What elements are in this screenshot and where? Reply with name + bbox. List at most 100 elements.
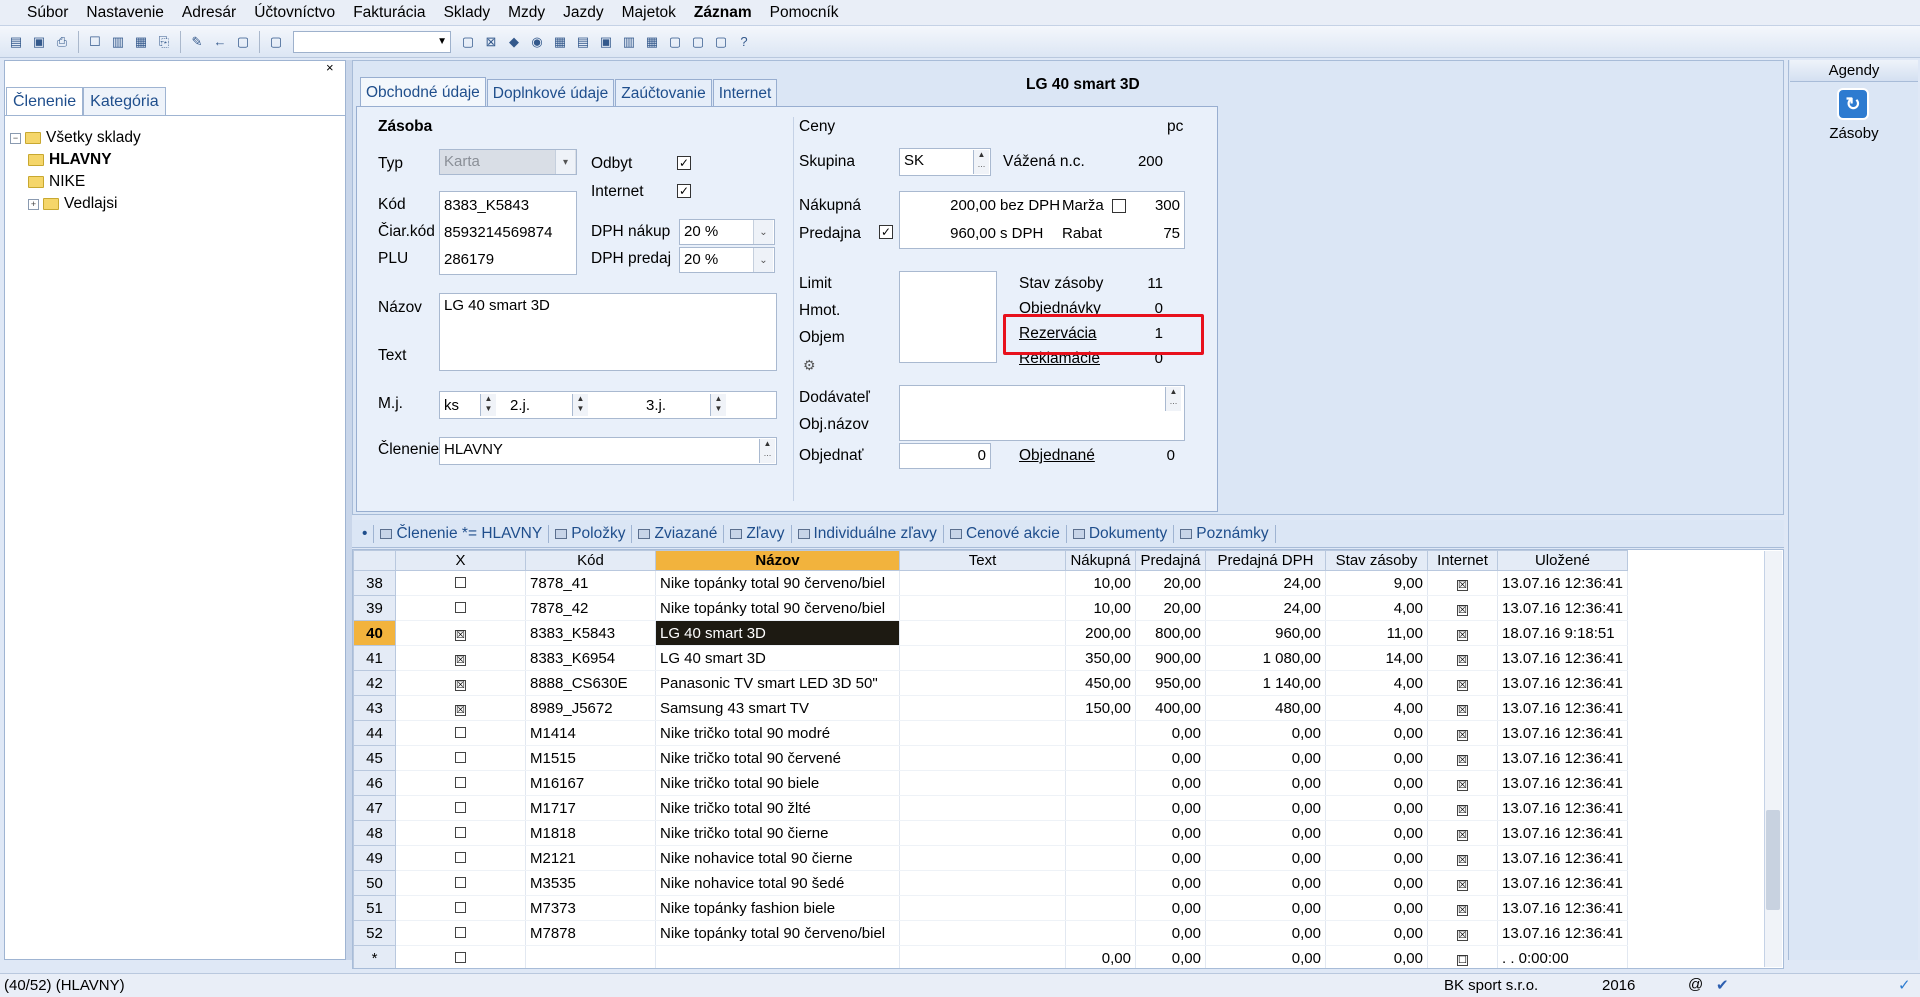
- ciarkod-input[interactable]: 8593214569874: [444, 224, 552, 241]
- row-number[interactable]: 50: [353, 870, 396, 896]
- grid-tab-6[interactable]: Dokumenty: [1067, 524, 1175, 543]
- cell-text[interactable]: [899, 645, 1066, 671]
- cell-text[interactable]: [899, 795, 1066, 821]
- cell-nazov[interactable]: Nike nohavice total 90 šedé: [655, 870, 900, 896]
- skupina-picker-icon[interactable]: ▲…: [973, 150, 989, 174]
- cell-stav[interactable]: 9,00: [1325, 570, 1428, 596]
- cell-ulozene[interactable]: 13.07.16 12:36:41: [1497, 645, 1628, 671]
- cell-pred[interactable]: 0,00: [1135, 895, 1206, 921]
- cell-nak[interactable]: [1065, 770, 1136, 796]
- cell-pdph[interactable]: 0,00: [1205, 920, 1326, 946]
- cell-nazov[interactable]: Samsung 43 smart TV: [655, 695, 900, 721]
- cell-pdph[interactable]: 0,00: [1205, 895, 1326, 921]
- cell-stav[interactable]: 0,00: [1325, 720, 1428, 746]
- cell-stav[interactable]: 0,00: [1325, 795, 1428, 821]
- kod-input[interactable]: 8383_K5843: [444, 197, 529, 214]
- table-row[interactable]: 50 M3535 Nike nohavice total 90 šedé 0,00 0,…: [353, 870, 1628, 896]
- cell-text[interactable]: [899, 620, 1066, 646]
- cell-ulozene[interactable]: . . 0:00:00: [1497, 945, 1628, 968]
- zasoby-icon[interactable]: ↻: [1837, 88, 1869, 120]
- toolbar-icon[interactable]: ⊠: [481, 32, 501, 52]
- cell-x[interactable]: [395, 895, 526, 921]
- cell-nazov[interactable]: Nike tričko total 90 žlté: [655, 795, 900, 821]
- checkbox-icon[interactable]: [455, 801, 466, 813]
- cell-inet[interactable]: ☒: [1427, 870, 1498, 896]
- cell-x[interactable]: [395, 770, 526, 796]
- cell-pred[interactable]: 400,00: [1135, 695, 1206, 721]
- cell-x[interactable]: ☒: [395, 695, 526, 721]
- toolbar-icon[interactable]: ▦: [131, 32, 151, 52]
- checkbox-icon[interactable]: [455, 851, 466, 863]
- cell-inet[interactable]: ☒: [1427, 695, 1498, 721]
- cell-pdph[interactable]: 0,00: [1205, 945, 1326, 968]
- pin-icon[interactable]: •: [356, 524, 375, 543]
- cell-ulozene[interactable]: 13.07.16 12:36:41: [1497, 845, 1628, 871]
- cell-pdph[interactable]: 1 080,00: [1205, 645, 1326, 671]
- row-number[interactable]: 47: [353, 795, 396, 821]
- toolbar-icon[interactable]: ▥: [108, 32, 128, 52]
- menu-item-7[interactable]: Jazdy: [554, 4, 613, 22]
- grid-tab-7[interactable]: Poznámky: [1174, 524, 1276, 543]
- checkbox-icon[interactable]: ☒: [1457, 654, 1468, 666]
- cell-nak[interactable]: 450,00: [1065, 670, 1136, 696]
- tree-item[interactable]: − Všetky sklady: [10, 127, 330, 149]
- cell-kod[interactable]: M1515: [525, 745, 656, 771]
- cell-nak[interactable]: [1065, 720, 1136, 746]
- mj2-spinner-icon[interactable]: ▲ ▼: [572, 394, 588, 416]
- cell-inet[interactable]: ☒: [1427, 845, 1498, 871]
- cell-pred[interactable]: 800,00: [1135, 620, 1206, 646]
- cell-stav[interactable]: 0,00: [1325, 820, 1428, 846]
- toolbar-icon[interactable]: ▢: [665, 32, 685, 52]
- cell-stav[interactable]: 14,00: [1325, 645, 1428, 671]
- expand-icon[interactable]: +: [28, 198, 39, 210]
- cell-x[interactable]: [395, 595, 526, 621]
- cell-kod[interactable]: 8888_CS630E: [525, 670, 656, 696]
- checkbox-icon[interactable]: ☒: [1457, 704, 1468, 716]
- checkbox-icon[interactable]: ☒: [455, 654, 466, 666]
- cell-nazov[interactable]: LG 40 smart 3D: [655, 645, 900, 671]
- form-tab-3[interactable]: Internet: [712, 79, 778, 107]
- cell-stav[interactable]: 0,00: [1325, 870, 1428, 896]
- cell-inet[interactable]: ☒: [1427, 795, 1498, 821]
- cell-nak[interactable]: [1065, 820, 1136, 846]
- cell-kod[interactable]: 8383_K6954: [525, 645, 656, 671]
- cell-pred[interactable]: 0,00: [1135, 920, 1206, 946]
- toolbar-icon[interactable]: ▢: [711, 32, 731, 52]
- cell-x[interactable]: [395, 745, 526, 771]
- cell-text[interactable]: [899, 945, 1066, 968]
- cell-ulozene[interactable]: 13.07.16 12:36:41: [1497, 770, 1628, 796]
- table-row[interactable]: 49 M2121 Nike nohavice total 90 čierne 0,00…: [353, 845, 1628, 871]
- cell-ulozene[interactable]: 13.07.16 12:36:41: [1497, 820, 1628, 846]
- cell-ulozene[interactable]: 13.07.16 12:36:41: [1497, 895, 1628, 921]
- form-tab-0[interactable]: Obchodné údaje: [360, 77, 486, 107]
- table-row[interactable]: 44 M1414 Nike tričko total 90 modré 0,00 0,0…: [353, 720, 1628, 746]
- row-number[interactable]: 51: [353, 895, 396, 921]
- cell-pdph[interactable]: 0,00: [1205, 795, 1326, 821]
- grid-tab-3[interactable]: Zľavy: [724, 524, 792, 543]
- checkbox-icon[interactable]: ☒: [1457, 604, 1468, 616]
- checkbox-icon[interactable]: ☐: [1457, 954, 1468, 966]
- menu-item-2[interactable]: Adresár: [173, 4, 245, 22]
- cell-pred[interactable]: 900,00: [1135, 645, 1206, 671]
- checkbox-icon[interactable]: ☒: [455, 679, 466, 691]
- cell-inet[interactable]: ☐: [1427, 945, 1498, 968]
- cell-x[interactable]: ☒: [395, 620, 526, 646]
- grid-tab-1[interactable]: Položky: [549, 524, 633, 543]
- row-number[interactable]: 41: [353, 645, 396, 671]
- toolbar-icon[interactable]: ▦: [642, 32, 662, 52]
- checkbox-icon[interactable]: ☒: [1457, 904, 1468, 916]
- cell-nazov[interactable]: Nike topánky total 90 červeno/biel: [655, 570, 900, 596]
- predajna-checkbox[interactable]: ✓: [879, 225, 893, 239]
- toolbar-combo[interactable]: ▼: [293, 30, 451, 53]
- cell-stav[interactable]: 4,00: [1325, 670, 1428, 696]
- cell-x[interactable]: [395, 920, 526, 946]
- checkbox-icon[interactable]: [455, 876, 466, 888]
- cell-ulozene[interactable]: 13.07.16 12:36:41: [1497, 795, 1628, 821]
- cell-text[interactable]: [899, 870, 1066, 896]
- column-header-10[interactable]: Uložené: [1497, 550, 1628, 571]
- cell-nak[interactable]: 350,00: [1065, 645, 1136, 671]
- close-icon[interactable]: ×: [326, 60, 334, 75]
- cell-nak[interactable]: [1065, 920, 1136, 946]
- toolbar-icon[interactable]: ?: [734, 32, 754, 52]
- table-row[interactable]: * 0,00 0,00 0,00 0,00 ☐. . 0:00:00: [353, 945, 1628, 968]
